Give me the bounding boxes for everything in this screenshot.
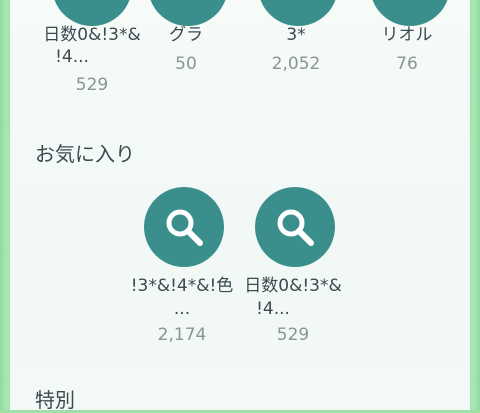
recent-item-count: 76 (396, 54, 418, 74)
recent-item-label: リオル (381, 25, 433, 45)
special-section-title: 特別 (35, 388, 75, 412)
favorites-section-title: お気に入り (35, 142, 135, 166)
recent-item-count: 2,052 (271, 54, 321, 74)
favorite-item-label-cont: !4... (256, 299, 290, 319)
favorite-search-button-2[interactable] (255, 187, 335, 267)
search-history-panel: 日数0&!3*& !4... 529 グラ 50 3* 2,052 リオル 76… (10, 0, 470, 412)
recent-search-button-2[interactable] (148, 0, 228, 26)
favorite-item-label: !3*&!4*&!色 (130, 276, 234, 296)
recent-item-count: 529 (75, 75, 109, 95)
search-icon (277, 209, 314, 246)
favorite-item-label: 日数0&!3*& (244, 276, 342, 296)
search-icon (166, 209, 203, 246)
favorite-search-button-1[interactable] (144, 187, 224, 267)
recent-item-label: グラ (169, 25, 203, 45)
recent-search-button-4[interactable] (370, 0, 450, 26)
recent-search-button-3[interactable] (258, 0, 338, 26)
recent-search-button-1[interactable] (52, 0, 132, 26)
favorite-item-count: 529 (276, 325, 310, 345)
recent-item-count: 50 (175, 54, 197, 74)
recent-item-label-cont: !4... (55, 47, 89, 67)
recent-item-label: 3* (286, 25, 306, 45)
favorite-item-count: 2,174 (157, 325, 207, 345)
